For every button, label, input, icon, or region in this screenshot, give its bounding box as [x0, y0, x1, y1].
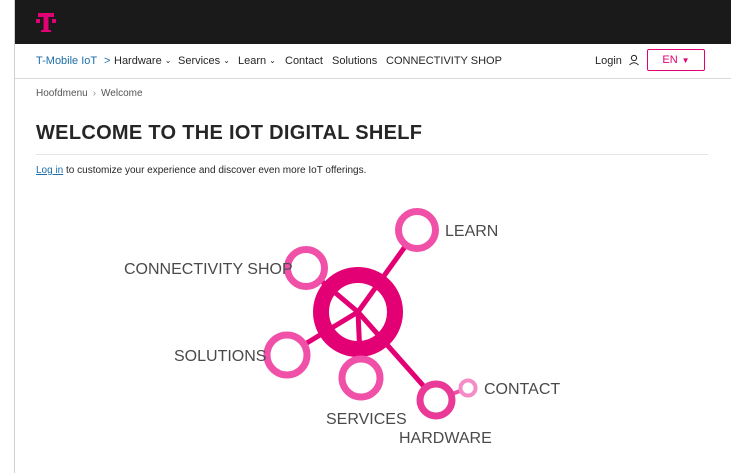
- node-contact[interactable]: CONTACT: [458, 378, 561, 399]
- hardware-node-ring: [416, 380, 456, 420]
- services-node-ring: [338, 355, 384, 401]
- iot-navigation-diagram: LEARN CONNECTIVITY SHOP SOLUTIONS SERVIC…: [124, 208, 561, 447]
- solutions-node-ring: [263, 331, 311, 379]
- solutions-label: SOLUTIONS: [174, 348, 266, 365]
- node-learn[interactable]: LEARN: [395, 208, 499, 252]
- services-label: SERVICES: [326, 411, 407, 428]
- node-hardware[interactable]: HARDWARE: [399, 380, 492, 447]
- node-connectivity-shop[interactable]: CONNECTIVITY SHOP: [124, 246, 328, 290]
- contact-node-ring: [458, 378, 478, 398]
- learn-node-ring: [395, 208, 439, 252]
- connectivity-shop-label: CONNECTIVITY SHOP: [124, 261, 293, 278]
- learn-label: LEARN: [445, 223, 498, 240]
- hardware-label: HARDWARE: [399, 430, 492, 447]
- contact-label: CONTACT: [484, 381, 560, 398]
- connectivity-shop-node-ring: [284, 246, 328, 290]
- node-services[interactable]: SERVICES: [326, 355, 407, 428]
- node-solutions[interactable]: SOLUTIONS: [174, 331, 311, 379]
